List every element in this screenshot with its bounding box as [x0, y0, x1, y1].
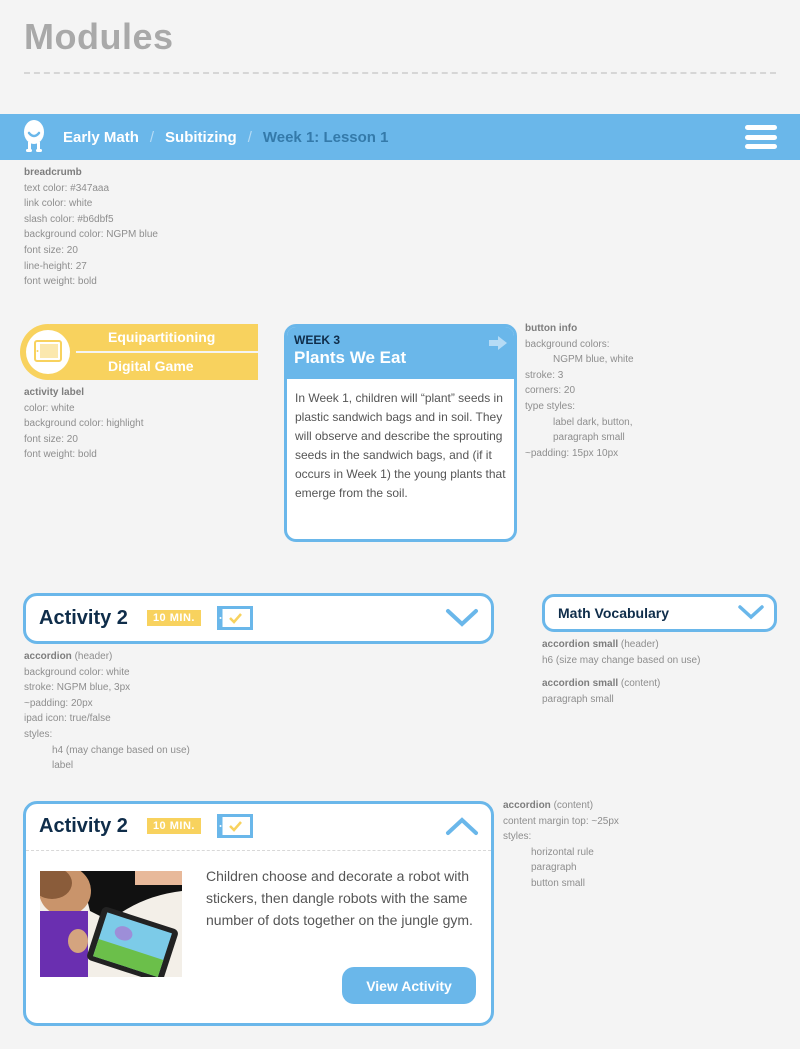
breadcrumb-current: Week 1: Lesson 1	[262, 128, 389, 146]
notes-line: button small	[531, 877, 585, 889]
notes-line: label	[52, 760, 74, 772]
breadcrumb-link-subitizing[interactable]: Subitizing	[165, 129, 237, 146]
accordion-small-title: Math Vocabulary	[558, 605, 669, 621]
activity-label: Equipartitioning Digital Game	[20, 324, 258, 380]
ipad-check-icon	[216, 814, 253, 838]
activity-photo	[40, 871, 182, 977]
notes-heading-suffix: (header)	[618, 639, 659, 650]
week-card-title: Plants We Eat	[294, 348, 407, 367]
accordion-small-notes: accordion small (header) h6 (size may ch…	[542, 637, 700, 707]
notes-heading: activity label	[24, 387, 85, 398]
mascot-logo-icon[interactable]	[22, 120, 46, 154]
breadcrumb-slash: /	[149, 128, 155, 146]
notes-heading: accordion	[503, 800, 551, 811]
notes-line: text color: #347aaa	[24, 182, 110, 194]
duration-badge: 10 MIN.	[146, 818, 201, 834]
notes-line: font weight: bold	[24, 276, 97, 288]
page-title: Modules	[24, 16, 174, 57]
accordion-header[interactable]: Activity 2 10 MIN.	[26, 596, 491, 640]
notes-line: stroke: NGPM blue, 3px	[24, 682, 131, 694]
notes-line: background color: NGPM blue	[24, 229, 158, 241]
notes-line: stroke: 3	[525, 369, 564, 381]
week-card-kicker: WEEK 3	[294, 333, 341, 347]
activity-label-topic: Equipartitioning	[50, 324, 258, 351]
week-card-body: In Week 1, children will “plant” seeds i…	[295, 391, 506, 500]
notes-heading: accordion small	[542, 639, 619, 650]
notes-line: background color: highlight	[24, 418, 144, 430]
notes-line: corners: 20	[525, 385, 576, 397]
chevron-up-icon[interactable]	[445, 816, 479, 836]
activity-label-type: Digital Game	[50, 353, 258, 380]
notes-heading: button info	[525, 323, 578, 334]
notes-line: font size: 20	[24, 244, 78, 256]
breadcrumb: Early Math / Subitizing / Week 1: Lesson…	[63, 114, 388, 160]
notes-heading-suffix: (header)	[71, 651, 113, 662]
notes-line: line-height: 27	[24, 260, 87, 272]
accordion-title: Activity 2	[39, 606, 128, 629]
notes-line: h6 (size may change based on use)	[542, 654, 701, 666]
accordion-small-header[interactable]: Math Vocabulary	[545, 597, 774, 629]
tablet-icon	[34, 340, 62, 362]
notes-line: NGPM blue, white	[553, 354, 634, 366]
accordion-title: Activity 2	[39, 814, 128, 837]
notes-line: ipad icon: true/false	[24, 713, 111, 725]
chevron-down-icon[interactable]	[445, 608, 479, 628]
notes-line: type styles:	[525, 400, 576, 412]
activity-label-notes: activity label color: white background c…	[24, 385, 144, 463]
notes-heading: breadcrumb	[24, 167, 82, 178]
activity-label-badge	[20, 324, 76, 380]
activity-photo-image	[40, 871, 182, 977]
hamburger-line	[745, 125, 777, 130]
notes-line: background color: white	[24, 666, 130, 678]
notes-heading: accordion small	[542, 678, 619, 690]
accordion-content-notes: accordion (content) content margin top: …	[503, 798, 619, 892]
breadcrumb-link-early-math[interactable]: Early Math	[63, 129, 139, 146]
notes-line: paragraph	[531, 862, 577, 874]
week-card-header: WEEK 3 Plants We Eat	[287, 327, 514, 379]
accordion-expanded: Activity 2 10 MIN. Children choose and d…	[23, 801, 494, 1026]
hamburger-menu-icon[interactable]	[745, 125, 777, 149]
accordion-header-notes: accordion (header) background color: whi…	[24, 649, 190, 774]
notes-line: link color: white	[24, 198, 93, 210]
view-activity-button[interactable]: View Activity	[342, 967, 476, 1004]
notes-line: font weight: bold	[24, 449, 97, 461]
accordion-header[interactable]: Activity 2 10 MIN.	[26, 804, 491, 848]
notes-line: ~padding: 20px	[24, 697, 93, 709]
notes-line: slash color: #b6dbf5	[24, 213, 114, 225]
notes-line: label dark, button,	[553, 416, 633, 428]
activity-description: Children choose and decorate a robot wit…	[206, 868, 473, 928]
notes-line: paragraph small	[542, 693, 614, 705]
accordion-small[interactable]: Math Vocabulary	[542, 594, 777, 632]
notes-heading: accordion	[24, 651, 72, 662]
button-info-notes: button info background colors: NGPM blue…	[525, 321, 634, 461]
notes-line: background colors:	[525, 338, 610, 350]
breadcrumb-bar: Early Math / Subitizing / Week 1: Lesson…	[0, 114, 800, 160]
accordion-content: Children choose and decorate a robot wit…	[26, 851, 491, 1004]
notes-heading-suffix: (content)	[550, 800, 594, 811]
notes-heading-suffix: (content)	[618, 678, 661, 690]
breadcrumb-slash: /	[247, 128, 252, 146]
breadcrumb-notes: breadcrumb text color: #347aaa link colo…	[24, 165, 158, 290]
notes-line: styles:	[503, 831, 532, 843]
notes-line: font size: 20	[24, 433, 78, 445]
notes-line: h4 (may change based on use)	[52, 744, 190, 756]
accordion-collapsed[interactable]: Activity 2 10 MIN.	[23, 593, 494, 644]
notes-line: content margin top: ~25px	[503, 815, 619, 827]
notes-line: ~padding: 15px 10px	[525, 447, 619, 459]
notes-line: styles:	[24, 728, 53, 740]
notes-line: horizontal rule	[531, 846, 594, 858]
hamburger-line	[745, 134, 777, 140]
notes-line: paragraph small	[553, 432, 625, 444]
chevron-down-icon[interactable]	[738, 604, 764, 620]
week-card[interactable]: WEEK 3 Plants We Eat In Week 1, children…	[284, 324, 517, 542]
arrow-right-icon[interactable]	[488, 335, 508, 351]
title-divider	[24, 72, 776, 74]
ipad-check-icon	[216, 606, 253, 630]
hamburger-line	[745, 144, 777, 149]
notes-line: color: white	[24, 402, 75, 414]
duration-badge: 10 MIN.	[146, 610, 201, 626]
